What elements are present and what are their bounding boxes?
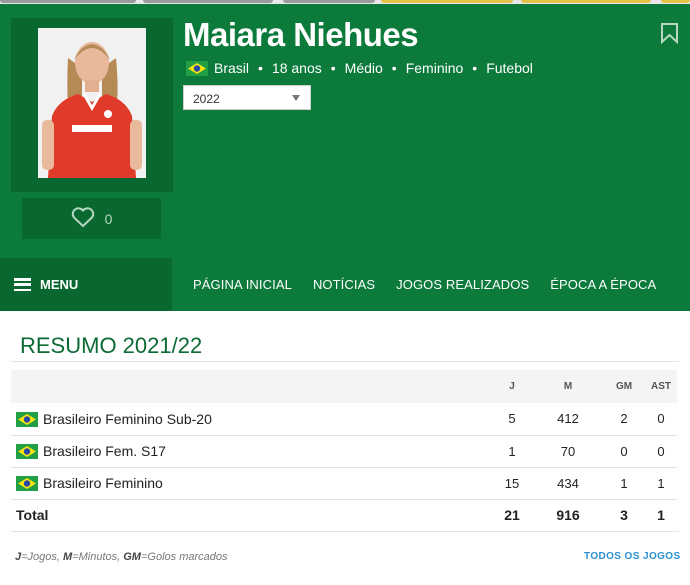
player-position: Médio	[344, 60, 383, 76]
table-row[interactable]: Brasileiro Feminino 15 434 1 1	[11, 467, 677, 500]
player-photo	[38, 28, 146, 178]
legend-text-gm: =Golos marcados	[140, 551, 228, 563]
cell-m: 70	[533, 435, 603, 468]
total-gm: 3	[620, 507, 628, 524]
nav-item-news[interactable]: NOTÍCIAS	[313, 277, 375, 292]
hamburger-icon	[14, 278, 31, 291]
separator-dot: •	[472, 60, 478, 76]
brazil-flag-icon	[16, 476, 38, 491]
cell-ast: 0	[645, 435, 677, 468]
table-legend: J=Jogos, M=Minutos, GM=Golos marcados	[15, 551, 228, 563]
competition-header	[11, 370, 491, 403]
legend-text-j: =Jogos,	[21, 551, 64, 563]
brazil-flag-icon	[16, 411, 38, 427]
player-photo-frame	[11, 18, 173, 192]
player-name: Maiara Niehues	[183, 16, 419, 53]
top-tab	[0, 0, 136, 3]
season-select-value: 2022	[193, 92, 220, 106]
total-m: 916	[556, 507, 580, 524]
player-sport: Futebol	[486, 60, 533, 76]
top-tab	[381, 0, 513, 3]
nav-items: PÁGINA INICIAL NOTÍCIAS JOGOS REALIZADOS…	[193, 258, 656, 311]
cell-m: 434	[533, 467, 603, 500]
divider	[11, 531, 679, 532]
player-header: 0 Maiara Niehues Brasil • 18 anos • Médi…	[0, 4, 690, 258]
divider	[11, 361, 679, 362]
top-tab	[661, 0, 690, 3]
menu-label: MENU	[40, 277, 79, 292]
column-header-ast: AST	[651, 381, 671, 392]
like-button[interactable]: 0	[22, 198, 161, 239]
column-header-m: M	[563, 381, 573, 392]
cell-ast: 1	[645, 467, 677, 500]
cell-m: 412	[533, 403, 603, 436]
bookmark-icon[interactable]	[660, 22, 679, 49]
nav-bar: MENU PÁGINA INICIAL NOTÍCIAS JOGOS REALI…	[0, 258, 690, 311]
column-header-gm: GM	[615, 381, 633, 392]
cell-j: 15	[491, 467, 533, 500]
like-count: 0	[104, 210, 113, 227]
competition-name: Brasileiro Feminino Sub-20	[43, 410, 212, 427]
cell-gm: 0	[603, 435, 645, 468]
menu-button[interactable]: MENU	[0, 258, 172, 311]
total-ast: 1	[657, 507, 665, 524]
player-age: 18 anos	[271, 60, 322, 76]
season-select[interactable]: 2022	[183, 85, 311, 110]
top-tab	[283, 0, 375, 3]
competition-cell[interactable]: Brasileiro Feminino	[11, 467, 491, 500]
column-header-j: J	[509, 381, 515, 392]
table-row[interactable]: Brasileiro Fem. S17 1 70 0 0	[11, 435, 677, 468]
player-gender: Feminino	[405, 60, 464, 76]
separator-dot: •	[391, 60, 397, 76]
table-total-row: Total 21 916 3 1	[11, 499, 677, 531]
player-meta: Brasil • 18 anos • Médio • Feminino • Fu…	[186, 60, 533, 76]
table-row[interactable]: Brasileiro Feminino Sub-20 5 412 2 0	[11, 403, 677, 436]
top-tab	[521, 0, 651, 3]
total-j: 21	[504, 507, 520, 524]
competition-name: Brasileiro Fem. S17	[43, 443, 166, 459]
cell-j: 5	[491, 403, 533, 436]
summary-table: J M GM AST Brasileiro Feminino Sub-20 5 …	[11, 370, 677, 531]
cell-gm: 2	[603, 403, 645, 436]
player-country[interactable]: Brasil	[214, 60, 249, 76]
nav-item-home[interactable]: PÁGINA INICIAL	[193, 277, 292, 292]
competition-cell[interactable]: Brasileiro Fem. S17	[11, 435, 491, 468]
legend-key-m: M	[63, 551, 73, 563]
separator-dot: •	[258, 60, 263, 76]
all-games-link[interactable]: TODOS OS JOGOS	[584, 551, 681, 562]
nav-item-seasons[interactable]: ÉPOCA A ÉPOCA	[550, 277, 656, 292]
summary-title: RESUMO 2021/22	[20, 333, 203, 358]
nav-item-matches[interactable]: JOGOS REALIZADOS	[396, 277, 529, 292]
competition-name: Brasileiro Feminino	[43, 475, 163, 491]
competition-cell[interactable]: Brasileiro Feminino Sub-20	[11, 403, 491, 436]
brazil-flag-icon	[186, 60, 208, 76]
chevron-down-icon	[292, 95, 300, 101]
cell-ast: 0	[645, 403, 677, 436]
brazil-flag-icon	[16, 444, 38, 459]
cell-j: 1	[491, 435, 533, 468]
legend-text-m: =Minutos,	[72, 551, 124, 563]
table-header-row: J M GM AST	[11, 370, 677, 403]
heart-icon	[71, 206, 95, 231]
cell-gm: 1	[603, 467, 645, 500]
total-label: Total	[16, 507, 49, 524]
separator-dot: •	[330, 60, 336, 76]
top-tab	[143, 0, 273, 3]
legend-key-gm: GM	[123, 551, 141, 563]
